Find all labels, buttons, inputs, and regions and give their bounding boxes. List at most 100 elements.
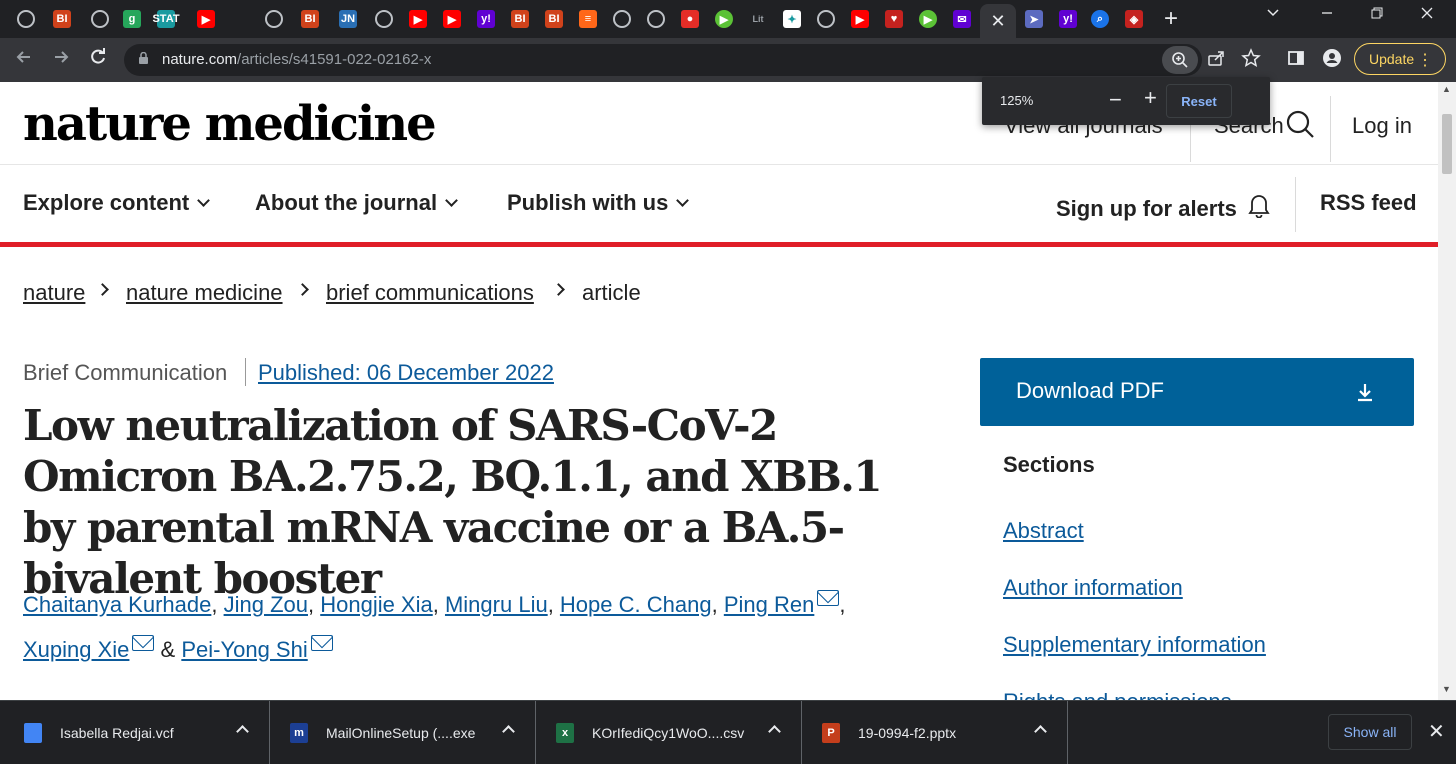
author-link[interactable]: Mingru Liu xyxy=(445,592,548,617)
zoom-in-button[interactable]: + xyxy=(1144,85,1157,111)
globe-icon xyxy=(817,10,835,28)
minimize-window-icon[interactable] xyxy=(1320,6,1334,25)
browser-tab[interactable]: BI xyxy=(540,5,568,33)
author-link[interactable]: Hope C. Chang xyxy=(560,592,712,617)
browser-tab[interactable]: BI xyxy=(296,5,324,33)
mail-icon[interactable] xyxy=(132,635,155,651)
browser-tab[interactable] xyxy=(608,5,636,33)
browser-tab[interactable]: ▶ xyxy=(846,5,874,33)
restore-window-icon[interactable] xyxy=(1370,6,1384,25)
close-window-icon[interactable] xyxy=(1420,6,1434,25)
browser-tab[interactable]: g xyxy=(118,5,146,33)
article-title: Low neutralization of SARS-CoV-2 Omicron… xyxy=(23,401,883,603)
download-item[interactable]: x KOrIfediQcy1WoO....csv xyxy=(536,701,802,764)
browser-tab[interactable]: ✦ xyxy=(778,5,806,33)
section-link-supplementary-information[interactable]: Supplementary information xyxy=(1003,632,1266,658)
sign-up-alerts-link[interactable]: Sign up for alerts xyxy=(1056,190,1271,222)
browser-tab[interactable]: ▶ xyxy=(438,5,466,33)
back-button[interactable] xyxy=(14,47,34,73)
breadcrumb-item[interactable]: nature medicine xyxy=(126,280,283,306)
mail-icon[interactable] xyxy=(310,635,333,651)
side-panel-icon[interactable] xyxy=(1286,48,1306,73)
browser-tab[interactable]: ▶ xyxy=(192,5,220,33)
zoom-icon[interactable] xyxy=(1162,46,1198,74)
rss-feed-link[interactable]: RSS feed xyxy=(1320,190,1417,216)
browser-tab[interactable]: ➤ xyxy=(1020,5,1048,33)
browser-tab[interactable]: ♥ xyxy=(880,5,908,33)
browser-tab[interactable]: ◈ xyxy=(1120,5,1148,33)
site-logo[interactable]: nature medicine xyxy=(23,96,437,152)
author-link[interactable]: Jing Zou xyxy=(224,592,308,617)
close-downloads-bar-icon[interactable]: ✕ xyxy=(1428,719,1445,744)
publish-with-us-menu[interactable]: Publish with us xyxy=(507,190,690,216)
zoom-level: 125% xyxy=(1000,93,1034,108)
zoom-out-button[interactable]: − xyxy=(1109,87,1122,113)
tab-search-chevron-icon[interactable] xyxy=(1266,6,1280,25)
log-in-link[interactable]: Log in xyxy=(1352,113,1412,139)
browser-tab[interactable] xyxy=(260,5,288,33)
chevron-up-icon[interactable] xyxy=(1034,725,1047,738)
download-pdf-button[interactable]: Download PDF xyxy=(980,358,1414,426)
section-link-author-information[interactable]: Author information xyxy=(1003,575,1183,601)
about-journal-menu[interactable]: About the journal xyxy=(255,190,458,216)
reload-button[interactable] xyxy=(88,47,108,73)
browser-tab[interactable]: ✉ xyxy=(948,5,976,33)
browser-tab[interactable] xyxy=(86,5,114,33)
page-scrollbar[interactable]: ▲ ▼ xyxy=(1438,82,1456,700)
scrollbar-thumb[interactable] xyxy=(1442,114,1452,174)
share-icon[interactable] xyxy=(1206,48,1226,73)
browser-tab[interactable]: ✕ xyxy=(980,4,1016,38)
chevron-up-icon[interactable] xyxy=(502,725,515,738)
browser-tab[interactable]: JN xyxy=(334,5,362,33)
download-item[interactable]: Isabella Redjai.vcf xyxy=(4,701,270,764)
browser-tab[interactable]: ▶ xyxy=(710,5,738,33)
powerpoint-icon: P xyxy=(822,723,840,743)
author-link[interactable]: Xuping Xie xyxy=(23,637,129,662)
breadcrumb-item[interactable]: brief communications xyxy=(326,280,534,306)
author-link[interactable]: Pei-Yong Shi xyxy=(181,637,307,662)
section-link-rights-permissions[interactable]: Rights and permissions xyxy=(1003,689,1232,700)
update-button[interactable]: Update ⋮ xyxy=(1354,43,1446,75)
browser-tab[interactable]: ≡ xyxy=(574,5,602,33)
author-link[interactable]: Chaitanya Kurhade xyxy=(23,592,211,617)
lock-icon[interactable] xyxy=(138,52,149,64)
chevron-up-icon[interactable] xyxy=(236,725,249,738)
browser-tab[interactable]: ● xyxy=(676,5,704,33)
bookmark-star-icon[interactable] xyxy=(1241,48,1261,73)
browser-tab[interactable]: STAT xyxy=(152,5,180,33)
meta-divider xyxy=(245,358,246,386)
zoom-reset-button[interactable]: Reset xyxy=(1166,84,1232,118)
breadcrumb-item[interactable]: nature xyxy=(23,280,85,306)
browser-tab[interactable]: Lit xyxy=(744,5,772,33)
browser-tab[interactable]: ▶ xyxy=(404,5,432,33)
download-item[interactable]: m MailOnlineSetup (....exe xyxy=(270,701,536,764)
browser-tab[interactable]: ⌕ xyxy=(1086,5,1114,33)
browser-tab[interactable] xyxy=(370,5,398,33)
browser-tab[interactable]: y! xyxy=(472,5,500,33)
browser-tab[interactable] xyxy=(642,5,670,33)
chevron-up-icon[interactable] xyxy=(768,725,781,738)
browser-tab[interactable] xyxy=(12,5,40,33)
show-all-downloads-button[interactable]: Show all xyxy=(1328,714,1412,750)
browser-tab[interactable]: ▶ xyxy=(914,5,942,33)
browser-tab[interactable]: y! xyxy=(1054,5,1082,33)
browser-tab[interactable]: BI xyxy=(506,5,534,33)
new-tab-button[interactable]: + xyxy=(1164,7,1178,31)
scroll-down-icon[interactable]: ▼ xyxy=(1442,684,1451,694)
download-item[interactable]: P 19-0994-f2.pptx xyxy=(802,701,1068,764)
scroll-up-icon[interactable]: ▲ xyxy=(1442,84,1451,94)
section-link-abstract[interactable]: Abstract xyxy=(1003,518,1084,544)
browser-tab[interactable] xyxy=(812,5,840,33)
browser-tab[interactable]: BI xyxy=(48,5,76,33)
forward-button[interactable] xyxy=(51,47,71,73)
breadcrumb-link[interactable]: nature xyxy=(23,280,85,305)
published-date-link[interactable]: Published: 06 December 2022 xyxy=(258,360,554,386)
mail-icon[interactable] xyxy=(817,590,840,606)
address-bar[interactable]: nature.com/articles/s41591-022-02162-x xyxy=(124,44,1202,76)
author-link[interactable]: Ping Ren xyxy=(724,592,815,617)
breadcrumb-link[interactable]: nature medicine xyxy=(126,280,283,305)
breadcrumb-link[interactable]: brief communications xyxy=(326,280,534,305)
author-link[interactable]: Hongjie Xia xyxy=(320,592,433,617)
profile-icon[interactable] xyxy=(1322,48,1342,73)
explore-content-menu[interactable]: Explore content xyxy=(23,190,211,216)
